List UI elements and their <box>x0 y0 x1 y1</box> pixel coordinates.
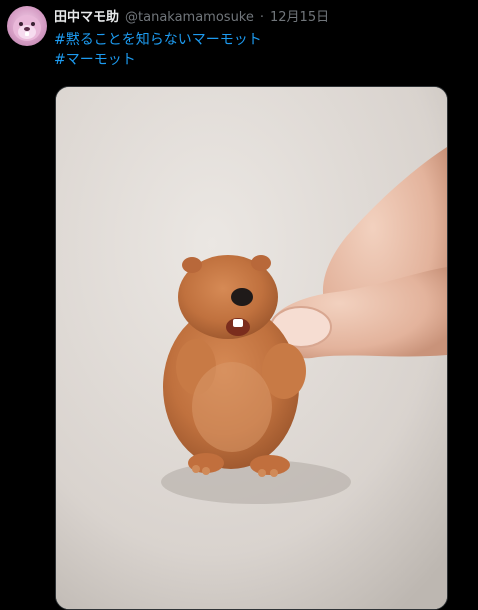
author-handle[interactable]: @tanakamamosuke <box>125 8 254 28</box>
marmot-avatar-icon <box>13 15 41 41</box>
marmot-figure-photo <box>56 87 447 609</box>
separator-dot: · <box>259 10 265 25</box>
hashtag-link[interactable]: #黙ることを知らないマーモット <box>54 30 470 50</box>
author-name[interactable]: 田中マモ助 <box>54 8 119 28</box>
hashtag-link[interactable]: #マーモット <box>54 50 470 70</box>
author-avatar[interactable] <box>7 6 47 46</box>
tweet-header: 田中マモ助 @tanakamamosuke · 12月15日 <box>54 8 470 28</box>
tweet-photo[interactable] <box>55 86 448 610</box>
tweet[interactable]: 田中マモ助 @tanakamamosuke · 12月15日 #黙ることを知らな… <box>0 0 478 610</box>
tweet-date[interactable]: 12月15日 <box>270 8 329 28</box>
tweet-text: #黙ることを知らないマーモット #マーモット <box>54 30 470 70</box>
